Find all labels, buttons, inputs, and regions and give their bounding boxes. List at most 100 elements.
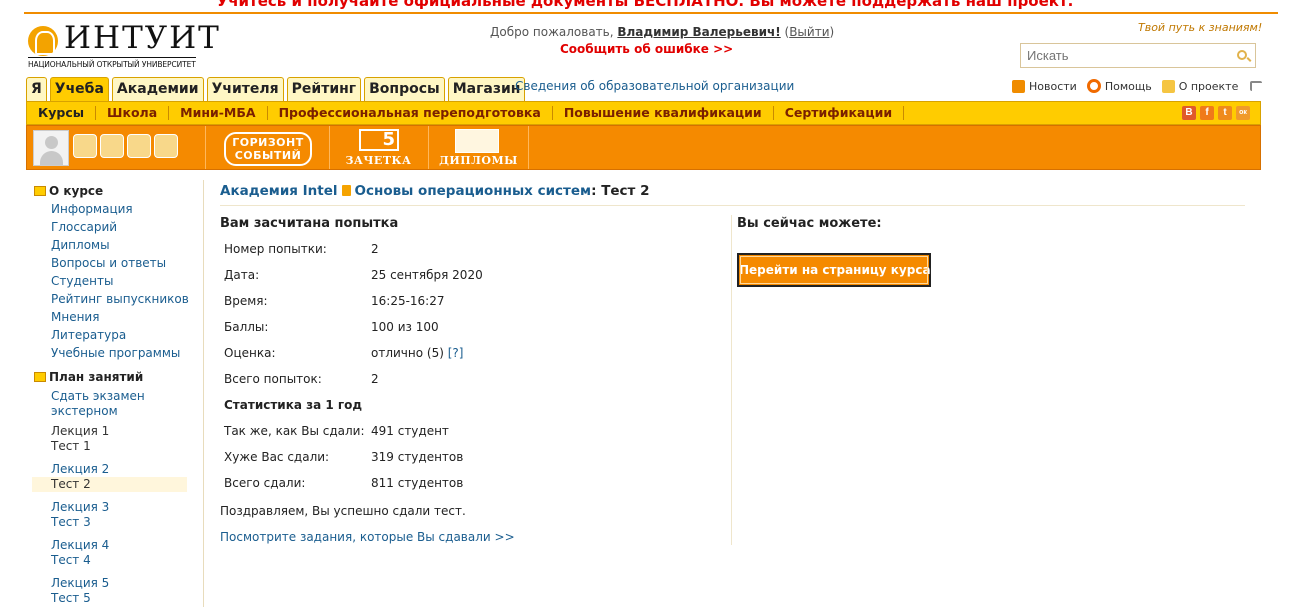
tab-me[interactable]: Я [26, 77, 47, 101]
main-tabs: Я Учеба Академии Учителя Рейтинг Вопросы… [26, 77, 526, 101]
subnav-courses[interactable]: Курсы [27, 106, 97, 120]
test-4-link[interactable]: Тест 4 [51, 553, 189, 568]
facebook-icon[interactable]: f [1200, 106, 1214, 120]
tab-teachers[interactable]: Учителя [206, 77, 284, 101]
envelope-icon[interactable] [100, 134, 124, 158]
test-1-link[interactable]: Тест 1 [51, 439, 189, 454]
row-value: отлично (5) [?] [371, 346, 463, 360]
grade-hint-link[interactable]: [?] [448, 346, 464, 360]
subnav-qualification[interactable]: Повышение квалификации [553, 106, 774, 120]
bell-icon[interactable] [154, 134, 178, 158]
test-2-link-selected[interactable]: Тест 2 [32, 477, 187, 492]
table-row: Оценка: отлично (5) [?] [220, 340, 730, 366]
breadcrumb-academy[interactable]: Академия Intel [220, 183, 338, 199]
tab-questions[interactable]: Вопросы [364, 77, 445, 101]
test-3-link[interactable]: Тест 3 [51, 515, 189, 530]
row-value: 319 студентов [371, 450, 464, 464]
tab-academies[interactable]: Академии [111, 77, 204, 101]
subnav-retraining[interactable]: Профессиональная переподготовка [268, 106, 553, 120]
news-link[interactable]: Новости [1029, 80, 1077, 93]
breadcrumb: Академия Intel Основы операционных систем… [220, 183, 649, 199]
lecture-3-link[interactable]: Лекция 3 [51, 500, 189, 515]
sitemap-icon[interactable] [1250, 81, 1263, 91]
about-link[interactable]: О проекте [1179, 80, 1239, 93]
search-input[interactable] [1021, 44, 1221, 67]
external-exam-line1: Сдать экзамен [51, 389, 145, 403]
about-course-header[interactable]: О курсе [34, 183, 189, 199]
avatar[interactable] [33, 130, 69, 166]
sidebar-item-programs[interactable]: Учебные программы [34, 344, 189, 362]
horizon-events-button[interactable]: ГОРИЗОНТ СОБЫТИЙ [205, 126, 328, 169]
diplomas-button[interactable]: ДИПЛОМЫ [428, 126, 529, 169]
lecture-1-link[interactable]: Лекция 1 [51, 424, 189, 439]
row-label: Хуже Вас сдали: [224, 450, 330, 464]
twitter-icon[interactable]: t [1218, 106, 1232, 120]
test-5-link[interactable]: Тест 5 [51, 591, 189, 606]
promo-banner[interactable]: Учитесь и получайте официальные документ… [0, 0, 1290, 9]
record-book-button[interactable]: 5 ЗАЧЕТКА [329, 126, 427, 169]
row-label: Всего сдали: [224, 476, 306, 490]
sidebar-item-glossary[interactable]: Глоссарий [34, 218, 189, 236]
top-links: Новости Помощь О проекте [1012, 79, 1263, 93]
document-icon [341, 185, 351, 196]
sidebar-item-literature[interactable]: Литература [34, 326, 189, 344]
tab-rating[interactable]: Рейтинг [286, 77, 362, 101]
subnav-school[interactable]: Школа [96, 106, 170, 120]
row-label: Время: [224, 294, 268, 308]
lecture-5-link[interactable]: Лекция 5 [51, 576, 189, 591]
subnav-mini-mba[interactable]: Мини-МБА [169, 106, 268, 120]
row-value: 100 из 100 [371, 320, 439, 334]
tab-study[interactable]: Учеба [49, 77, 109, 101]
table-row: Всего попыток: 2 [220, 366, 730, 392]
logo-figure-icon [28, 26, 58, 56]
welcome-text: Добро пожаловать, Владимир Валерьевич! (… [490, 25, 834, 39]
intuit-logo[interactable]: ИНТУИТ НАЦИОНАЛЬНЫЙ ОТКРЫТЫЙ УНИВЕРСИТЕТ [28, 20, 248, 70]
help-link[interactable]: Помощь [1105, 80, 1152, 93]
row-value: 16:25-16:27 [371, 294, 445, 308]
sidebar-item-graduates-rating[interactable]: Рейтинг выпускников [34, 290, 189, 308]
search-icon[interactable] [1237, 50, 1247, 60]
report-error-link[interactable]: Сообщить об ошибке >> [560, 42, 733, 56]
stats-title: Статистика за 1 год [224, 398, 363, 412]
table-row: Хуже Вас сдали: 319 студентов [220, 444, 730, 470]
about-course-title: О курсе [49, 184, 104, 198]
sidebar-item-info[interactable]: Информация [34, 200, 189, 218]
user-name-link[interactable]: Владимир Валерьевич! [617, 25, 780, 39]
breadcrumb-current: Тест 2 [601, 183, 650, 199]
logout-open-paren: ( [780, 25, 790, 39]
congrats-text: Поздравляем, Вы успешно сдали тест. [220, 504, 466, 518]
lecture-2-link[interactable]: Лекция 2 [51, 462, 189, 477]
go-to-course-button[interactable]: Перейти на страницу курса [737, 253, 931, 287]
sidebar-item-external-exam[interactable]: Сдать экзамен экстерном [34, 389, 189, 419]
row-label: Дата: [224, 268, 260, 282]
breadcrumb-course[interactable]: Основы операционных систем [355, 183, 592, 199]
sidebar-item-reviews[interactable]: Мнения [34, 308, 189, 326]
row-value: 811 студентов [371, 476, 464, 490]
friends-icon[interactable] [127, 134, 151, 158]
table-row: Время: 16:25-16:27 [220, 288, 730, 314]
table-row: Дата: 25 сентября 2020 [220, 262, 730, 288]
sidebar-divider [203, 180, 204, 607]
row-value: 25 сентября 2020 [371, 268, 483, 282]
table-row: Баллы: 100 из 100 [220, 314, 730, 340]
vk-icon[interactable]: В [1182, 106, 1196, 120]
rss-icon[interactable] [1012, 79, 1025, 93]
sidebar-item-faq[interactable]: Вопросы и ответы [34, 254, 189, 272]
row-label: Так же, как Вы сдали: [224, 424, 365, 438]
alarm-clock-icon[interactable] [73, 134, 97, 158]
sidebar-item-diplomas[interactable]: Дипломы [34, 236, 189, 254]
actions-title: Вы сейчас можете: [737, 216, 882, 231]
help-icon[interactable] [1086, 79, 1101, 93]
logout-link[interactable]: Выйти [789, 25, 829, 39]
row-label: Баллы: [224, 320, 269, 334]
org-info-link[interactable]: Сведения об образовательной организации [515, 79, 794, 93]
lecture-4-link[interactable]: Лекция 4 [51, 538, 189, 553]
record-book-icon: 5 [359, 129, 399, 151]
sidebar-item-students[interactable]: Студенты [34, 272, 189, 290]
subnav-certifications[interactable]: Сертификации [774, 106, 905, 120]
tab-shop[interactable]: Магазин [447, 77, 526, 101]
view-tasks-link[interactable]: Посмотрите задания, которые Вы сдавали >… [220, 530, 730, 544]
about-icon[interactable] [1161, 79, 1175, 93]
odnoklassniki-icon[interactable]: ок [1236, 106, 1250, 120]
lesson-plan-header[interactable]: План занятий [34, 369, 189, 385]
